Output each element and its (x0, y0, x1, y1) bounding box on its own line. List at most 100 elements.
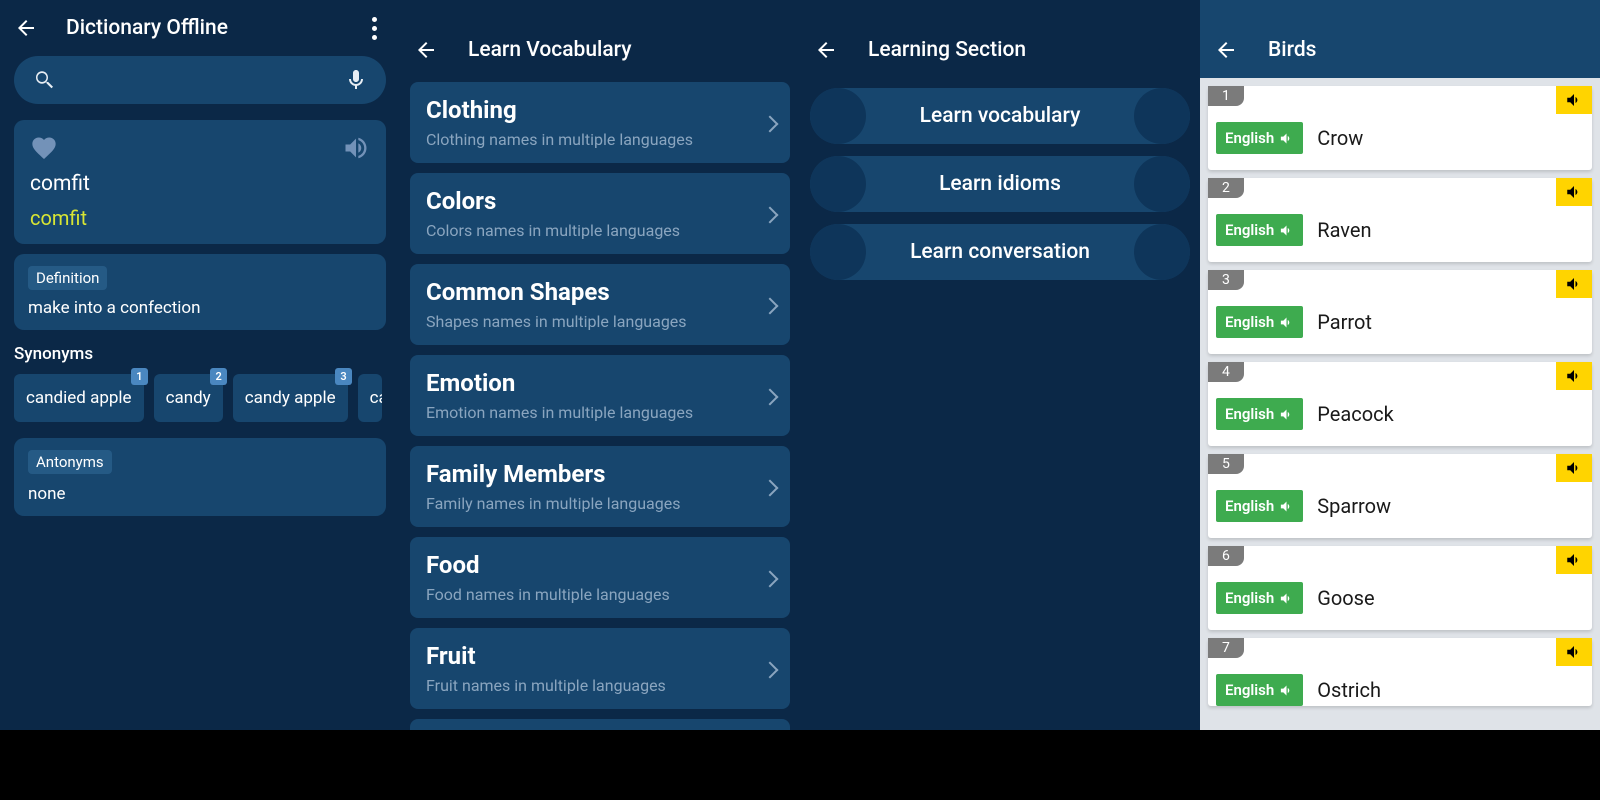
learn-vocabulary-button[interactable]: Learn vocabulary (810, 88, 1190, 144)
bottom-bar (0, 730, 1600, 800)
synonyms-row: candied apple1 candy2 candy apple3 ca (0, 374, 400, 422)
decorative-circle (810, 224, 866, 280)
bird-card[interactable]: 4 English Peacock (1208, 362, 1592, 446)
definition-text: make into a confection (28, 298, 372, 318)
app-header: Learn Vocabulary (400, 0, 800, 78)
bird-name: Peacock (1317, 402, 1393, 426)
chevron-right-icon (764, 659, 776, 679)
decorative-circle (1134, 224, 1190, 280)
language-badge[interactable]: English (1216, 306, 1303, 338)
bird-name: Sparrow (1317, 494, 1391, 518)
app-header: Dictionary Offline (0, 0, 400, 56)
item-number: 3 (1208, 270, 1244, 290)
bird-card[interactable]: 1 English Crow (1208, 86, 1592, 170)
antonyms-card: Antonyms none (14, 438, 386, 516)
bird-name: Crow (1317, 126, 1363, 150)
item-number: 6 (1208, 546, 1244, 566)
item-number: 1 (1208, 86, 1244, 106)
learn-conversation-button[interactable]: Learn conversation (810, 224, 1190, 280)
definition-label: Definition (28, 266, 107, 290)
page-title: Learning Section (868, 38, 1026, 62)
more-menu-icon[interactable] (362, 17, 386, 40)
decorative-circle (1134, 88, 1190, 144)
chevron-right-icon (764, 295, 776, 315)
play-audio-button[interactable] (1556, 178, 1592, 206)
vocab-item-clothing[interactable]: Clothing Clothing names in multiple lang… (410, 82, 790, 163)
bird-name: Parrot (1317, 310, 1372, 334)
vocab-item-emotion[interactable]: Emotion Emotion names in multiple langua… (410, 355, 790, 436)
back-arrow-icon[interactable] (1214, 38, 1238, 62)
microphone-icon[interactable] (344, 68, 368, 92)
chevron-right-icon (764, 204, 776, 224)
search-input[interactable] (14, 56, 386, 104)
language-badge[interactable]: English (1216, 214, 1303, 246)
synonym-chip[interactable]: candy2 (154, 374, 223, 422)
bird-card[interactable]: 3 English Parrot (1208, 270, 1592, 354)
search-icon (32, 68, 56, 92)
word-main: comfit (30, 172, 370, 196)
page-title: Dictionary Offline (66, 16, 362, 40)
decorative-circle (1134, 156, 1190, 212)
chevron-right-icon (764, 113, 776, 133)
bird-card[interactable]: 7 English Ostrich (1208, 638, 1592, 706)
audio-icon[interactable] (342, 134, 370, 162)
bird-name: Raven (1317, 218, 1371, 242)
synonym-chip[interactable]: candy apple3 (233, 374, 348, 422)
language-badge[interactable]: English (1216, 490, 1303, 522)
learning-list: Learn vocabulary Learn idioms Learn conv… (800, 78, 1200, 290)
app-header: Birds (1200, 0, 1600, 78)
synonyms-label: Synonyms (14, 344, 386, 364)
play-audio-button[interactable] (1556, 546, 1592, 574)
vocab-item-dryfruit[interactable]: Dry Fruit (410, 719, 790, 730)
antonyms-text: none (28, 484, 372, 504)
bird-card[interactable]: 2 English Raven (1208, 178, 1592, 262)
vocab-item-food[interactable]: Food Food names in multiple languages (410, 537, 790, 618)
vocab-item-fruit[interactable]: Fruit Fruit names in multiple languages (410, 628, 790, 709)
decorative-circle (810, 156, 866, 212)
language-badge[interactable]: English (1216, 398, 1303, 430)
vocab-item-colors[interactable]: Colors Colors names in multiple language… (410, 173, 790, 254)
language-badge[interactable]: English (1216, 122, 1303, 154)
vocab-item-family[interactable]: Family Members Family names in multiple … (410, 446, 790, 527)
word-alt: comfit (30, 206, 370, 230)
chevron-right-icon (764, 568, 776, 588)
language-badge[interactable]: English (1216, 582, 1303, 614)
chevron-right-icon (764, 477, 776, 497)
vocabulary-screen: Learn Vocabulary Clothing Clothing names… (400, 0, 800, 730)
item-number: 5 (1208, 454, 1244, 474)
play-audio-button[interactable] (1556, 362, 1592, 390)
birds-screen: Birds 1 English Crow 2 English Raven 3 E… (1200, 0, 1600, 730)
chevron-right-icon (764, 386, 776, 406)
favorite-icon[interactable] (30, 134, 58, 162)
dictionary-screen: Dictionary Offline comfit comfit Definit… (0, 0, 400, 730)
vocab-item-shapes[interactable]: Common Shapes Shapes names in multiple l… (410, 264, 790, 345)
play-audio-button[interactable] (1556, 270, 1592, 298)
item-number: 2 (1208, 178, 1244, 198)
page-title: Learn Vocabulary (468, 38, 632, 62)
synonym-chip[interactable]: ca (358, 374, 382, 422)
bird-name: Ostrich (1317, 678, 1381, 702)
app-header: Learning Section (800, 0, 1200, 78)
synonym-chip[interactable]: candied apple1 (14, 374, 144, 422)
play-audio-button[interactable] (1556, 454, 1592, 482)
bird-card[interactable]: 5 English Sparrow (1208, 454, 1592, 538)
language-badge[interactable]: English (1216, 674, 1303, 706)
vocabulary-list: Clothing Clothing names in multiple lang… (400, 78, 800, 730)
antonyms-label: Antonyms (28, 450, 112, 474)
learning-section-screen: Learning Section Learn vocabulary Learn … (800, 0, 1200, 730)
back-arrow-icon[interactable] (814, 38, 838, 62)
back-arrow-icon[interactable] (14, 16, 38, 40)
word-card: comfit comfit (14, 120, 386, 244)
decorative-circle (810, 88, 866, 144)
play-audio-button[interactable] (1556, 638, 1592, 666)
definition-card: Definition make into a confection (14, 254, 386, 330)
item-number: 7 (1208, 638, 1244, 658)
bird-card[interactable]: 6 English Goose (1208, 546, 1592, 630)
play-audio-button[interactable] (1556, 86, 1592, 114)
bird-name: Goose (1317, 586, 1374, 610)
birds-list: 1 English Crow 2 English Raven 3 English… (1200, 78, 1600, 706)
learn-idioms-button[interactable]: Learn idioms (810, 156, 1190, 212)
page-title: Birds (1268, 38, 1316, 62)
back-arrow-icon[interactable] (414, 38, 438, 62)
item-number: 4 (1208, 362, 1244, 382)
